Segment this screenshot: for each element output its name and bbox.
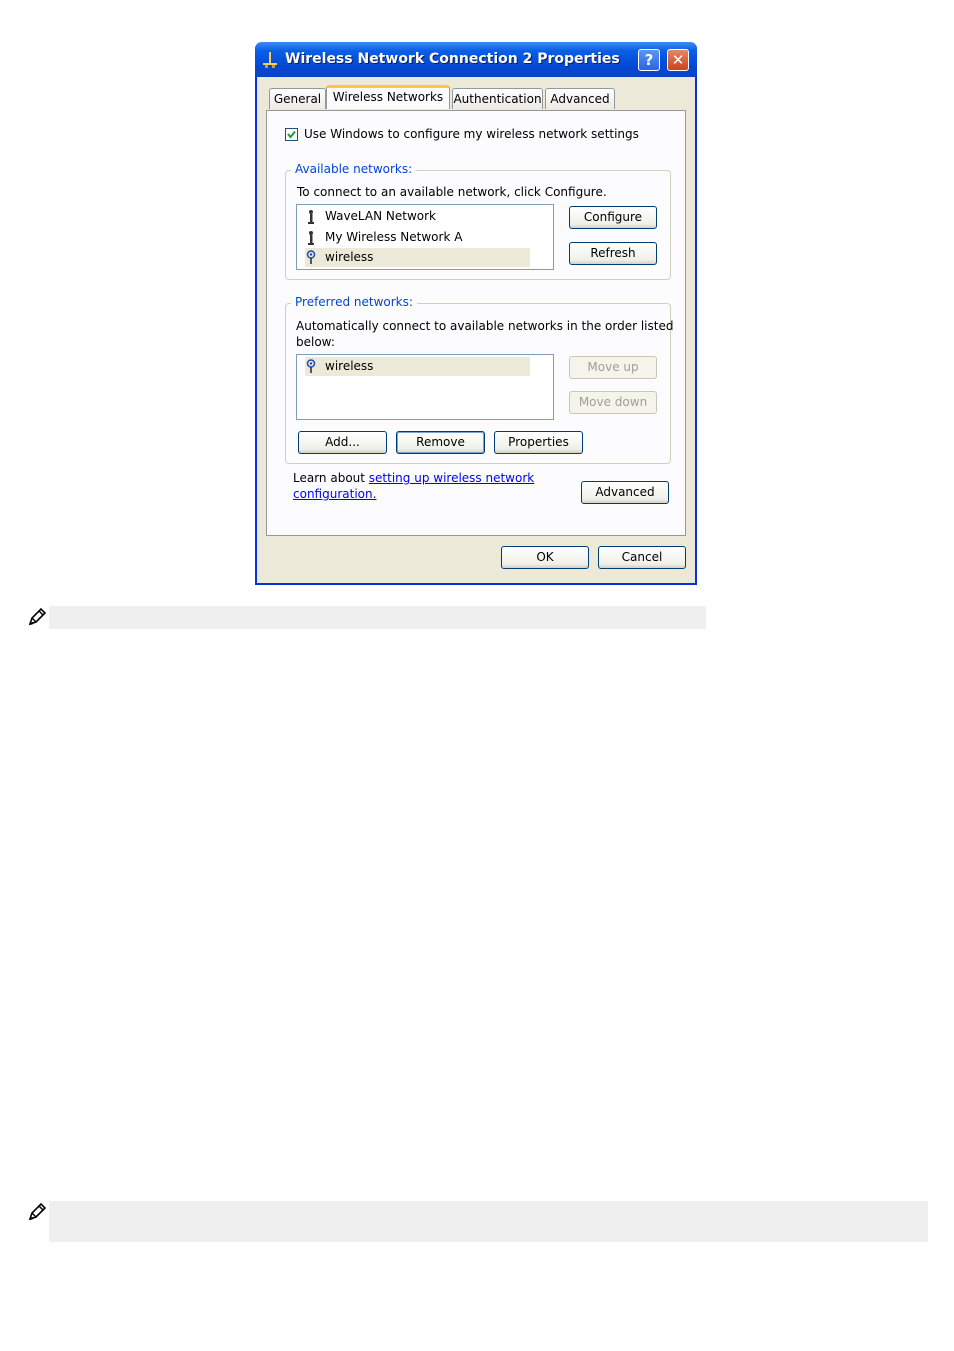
available-networks-list[interactable]: WaveLAN Network My Wireless Network A wi… bbox=[296, 204, 554, 270]
preferred-networks-legend: Preferred networks: bbox=[291, 295, 417, 309]
network-name: wireless bbox=[325, 359, 374, 373]
list-item[interactable]: wireless bbox=[305, 248, 530, 267]
learn-about-prefix: Learn about bbox=[293, 471, 369, 485]
refresh-button[interactable]: Refresh bbox=[569, 242, 657, 265]
ok-button[interactable]: OK bbox=[501, 546, 589, 569]
learn-about-text: Learn about setting up wireless network bbox=[293, 471, 534, 485]
advanced-button[interactable]: Advanced bbox=[581, 481, 669, 504]
properties-dialog: Wireless Network Connection 2 Properties… bbox=[255, 42, 697, 585]
checkmark-icon bbox=[287, 130, 296, 139]
network-name: wireless bbox=[325, 250, 374, 264]
preferred-networks-description: Automatically connect to available netwo… bbox=[296, 319, 674, 333]
cancel-button[interactable]: Cancel bbox=[598, 546, 686, 569]
move-up-button[interactable]: Move up bbox=[569, 356, 657, 379]
list-item[interactable]: wireless bbox=[305, 357, 530, 376]
pencil-note-icon bbox=[27, 1202, 47, 1222]
tab-wireless-networks[interactable]: Wireless Networks bbox=[326, 85, 450, 109]
setup-wireless-link[interactable]: setting up wireless network bbox=[369, 471, 534, 485]
note-bar bbox=[49, 606, 706, 629]
tab-advanced[interactable]: Advanced bbox=[545, 88, 615, 109]
preferred-network-icon bbox=[305, 359, 319, 374]
preferred-network-icon bbox=[305, 250, 319, 265]
antenna-icon bbox=[305, 230, 319, 245]
remove-button[interactable]: Remove bbox=[396, 431, 485, 454]
move-down-button[interactable]: Move down bbox=[569, 391, 657, 414]
help-button[interactable]: ? bbox=[638, 49, 660, 71]
setup-wireless-link-cont[interactable]: configuration. bbox=[293, 487, 376, 501]
network-connection-icon bbox=[260, 50, 280, 70]
close-button[interactable]: ✕ bbox=[667, 49, 689, 71]
available-networks-legend: Available networks: bbox=[291, 162, 417, 176]
title-bar[interactable]: Wireless Network Connection 2 Properties… bbox=[255, 42, 697, 77]
use-windows-checkbox[interactable] bbox=[285, 128, 298, 141]
preferred-networks-description-cont: below: bbox=[296, 335, 335, 349]
configure-button[interactable]: Configure bbox=[569, 206, 657, 229]
antenna-icon bbox=[305, 209, 319, 224]
list-item[interactable]: WaveLAN Network bbox=[305, 207, 530, 226]
list-item[interactable]: My Wireless Network A bbox=[305, 228, 530, 247]
use-windows-label: Use Windows to configure my wireless net… bbox=[304, 127, 639, 141]
close-icon: ✕ bbox=[671, 51, 685, 69]
available-networks-description: To connect to an available network, clic… bbox=[297, 185, 607, 199]
dialog-title: Wireless Network Connection 2 Properties bbox=[285, 51, 620, 67]
tab-general[interactable]: General bbox=[269, 88, 326, 109]
tab-authentication[interactable]: Authentication bbox=[452, 88, 543, 109]
network-name: WaveLAN Network bbox=[325, 209, 436, 223]
preferred-networks-list[interactable]: wireless bbox=[296, 354, 554, 420]
network-name: My Wireless Network A bbox=[325, 230, 463, 244]
properties-button[interactable]: Properties bbox=[494, 431, 583, 454]
wireless-networks-page: Use Windows to configure my wireless net… bbox=[266, 110, 686, 536]
note-bar bbox=[49, 1201, 928, 1242]
add-button[interactable]: Add... bbox=[298, 431, 387, 454]
pencil-note-icon bbox=[27, 607, 47, 627]
